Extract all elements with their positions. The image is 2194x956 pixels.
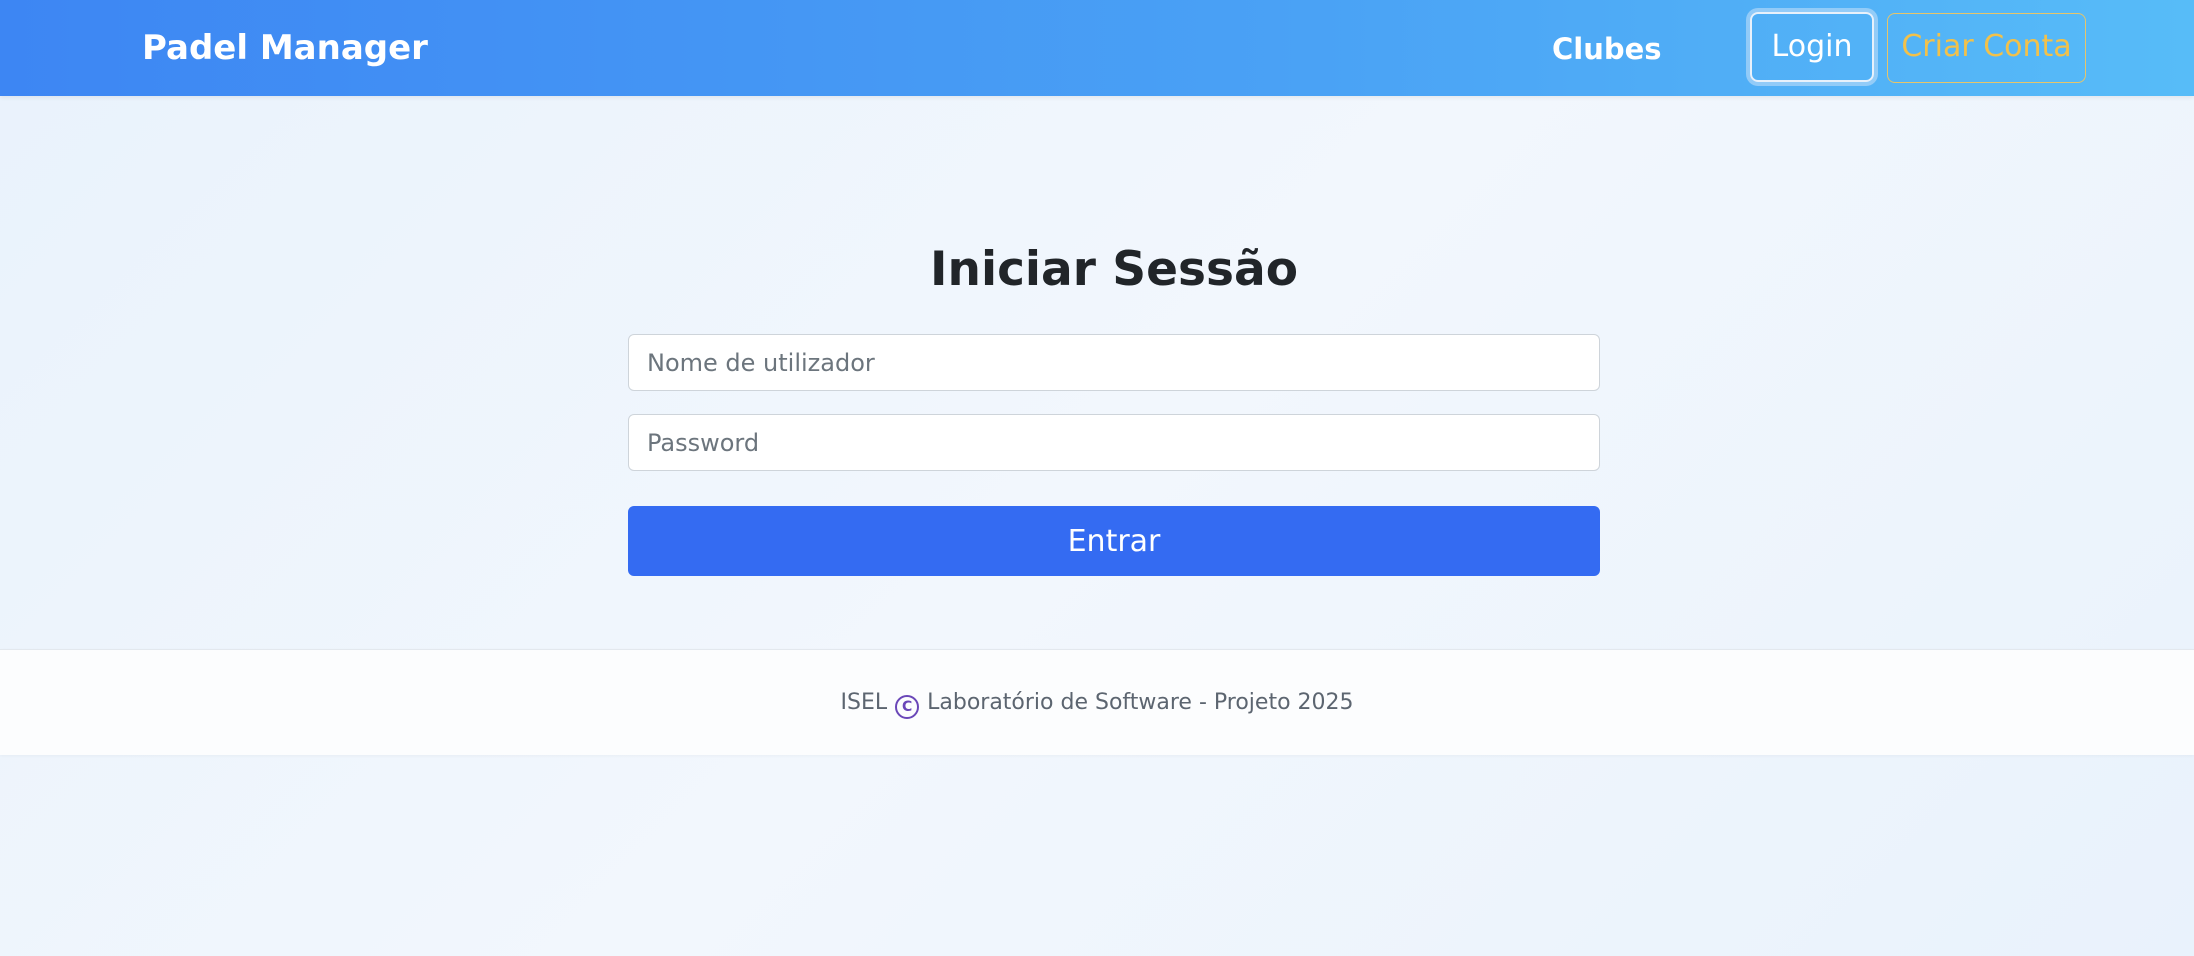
brand-logo[interactable]: Padel Manager — [142, 28, 428, 68]
username-input[interactable] — [628, 334, 1600, 391]
footer: ISEL C Laboratório de Software - Projeto 2… — [0, 649, 2194, 755]
submit-button[interactable]: Entrar — [628, 506, 1600, 576]
password-input[interactable] — [628, 414, 1600, 471]
navbar: Padel Manager Clubes Login Criar Conta — [0, 0, 2194, 96]
footer-project: Laboratório de Software - Projeto 2025 — [927, 690, 1354, 715]
page-title: Iniciar Sessão — [930, 242, 1298, 297]
footer-org: ISEL — [840, 690, 888, 715]
copyright-icon: C — [895, 695, 920, 719]
login-button[interactable]: Login — [1750, 12, 1874, 82]
footer-text: ISEL C Laboratório de Software - Projeto 2… — [0, 688, 2194, 719]
signup-button[interactable]: Criar Conta — [1887, 13, 2086, 83]
nav-link-clubes[interactable]: Clubes — [1552, 29, 1662, 69]
